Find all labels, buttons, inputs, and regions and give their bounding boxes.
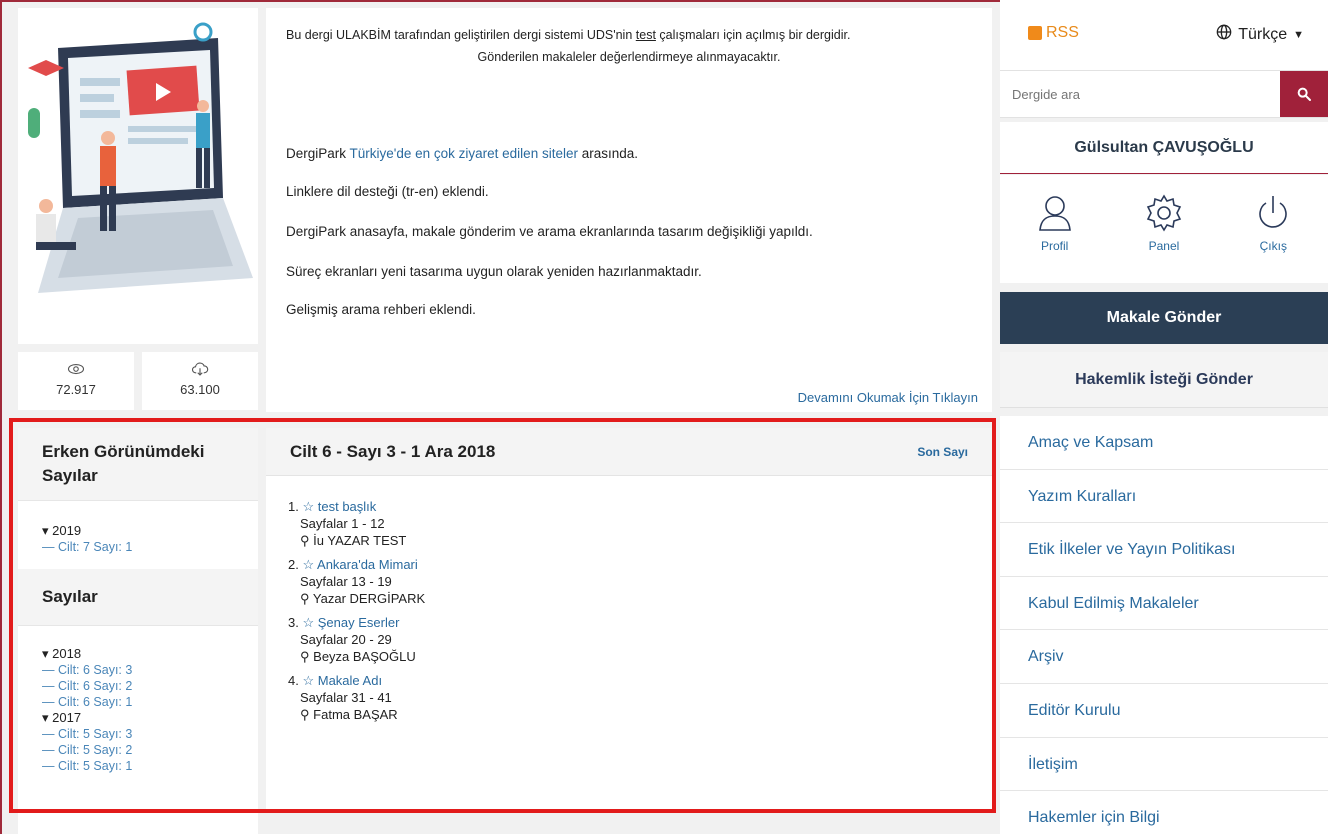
year-toggle-2019[interactable]: ▾ 2019 <box>42 523 234 539</box>
article-author: Fatma BAŞAR <box>313 707 398 722</box>
article-pages: Sayfalar 31 - 41 <box>300 690 392 705</box>
search-icon <box>1297 87 1311 101</box>
issue-link[interactable]: — Cilt: 7 Sayı: 1 <box>42 539 234 555</box>
list-item: 1. ☆ test başlık Sayfalar 1 - 12 ⚲ İu YA… <box>288 498 992 549</box>
submit-article-button[interactable]: Makale Gönder <box>1000 292 1328 344</box>
article-pages: Sayfalar 20 - 29 <box>300 632 392 647</box>
caret-down-icon: ▼ <box>1293 28 1304 41</box>
menu-item-editorial-board[interactable]: Editör Kurulu <box>1000 684 1328 738</box>
menu-item-accepted-articles[interactable]: Kabul Edilmiş Makaleler <box>1000 577 1328 631</box>
user-icon <box>1038 196 1071 231</box>
left-border <box>0 0 2 834</box>
star-icon[interactable]: ☆ <box>302 615 314 630</box>
menu-item-ethics[interactable]: Etik İlkeler ve Yayın Politikası <box>1000 523 1328 577</box>
article-title-link[interactable]: Şenay Eserler <box>318 615 400 630</box>
year-toggle-2018[interactable]: ▾ 2018 <box>42 646 234 662</box>
review-request-button[interactable]: Hakemlik İsteği Gönder <box>1000 352 1328 408</box>
top-bar: RSS Türkçe ▼ <box>1000 0 1328 70</box>
last-issue-link[interactable]: Son Sayı <box>917 445 968 459</box>
search-input[interactable] <box>1000 71 1280 117</box>
current-issue-title: Cilt 6 - Sayı 3 - 1 Ara 2018 <box>290 441 496 461</box>
journal-search <box>1000 70 1328 118</box>
user-icon: ⚲ <box>300 591 310 606</box>
gear-icon <box>1146 194 1182 232</box>
current-issue-panel: Cilt 6 - Sayı 3 - 1 Ara 2018 Son Sayı 1.… <box>266 428 992 812</box>
article-pages: Sayfalar 13 - 19 <box>300 574 392 589</box>
list-item: 4. ☆ Makale Adı Sayfalar 31 - 41 ⚲ Fatma… <box>288 672 992 723</box>
test-link[interactable]: test <box>636 28 656 42</box>
list-item: 2. ☆ Ankara'da Mimari Sayfalar 13 - 19 ⚲… <box>288 556 992 607</box>
logout-button[interactable]: Çıkış <box>1238 193 1308 283</box>
announcement-line-2: Gönderilen makaleler değerlendirmeye alı… <box>477 50 781 64</box>
cloud-download-icon <box>142 360 258 380</box>
search-button[interactable] <box>1280 71 1328 117</box>
announcement-paragraph-1: DergiPark Türkiye'de en çok ziyaret edil… <box>286 146 639 161</box>
power-icon <box>1259 196 1288 228</box>
user-icon: ⚲ <box>300 707 310 722</box>
rss-icon <box>1028 26 1042 40</box>
menu-item-reviewer-info[interactable]: Hakemler için Bilgi <box>1000 791 1328 834</box>
article-pages: Sayfalar 1 - 12 <box>300 516 385 531</box>
article-author: Beyza BAŞOĞLU <box>313 649 416 664</box>
language-dropdown[interactable]: Türkçe ▼ <box>1216 24 1304 45</box>
journal-menu: Amaç ve Kapsam Yazım Kuralları Etik İlke… <box>1000 416 1328 834</box>
star-icon[interactable]: ☆ <box>302 673 314 688</box>
announcement-panel: Bu dergi ULAKBİM tarafından geliştirilen… <box>266 8 992 412</box>
issue-link[interactable]: — Cilt: 6 Sayı: 3 <box>42 662 234 678</box>
globe-icon <box>1216 24 1232 45</box>
issues-heading: Sayılar <box>18 569 258 626</box>
journal-cover-image[interactable] <box>18 8 258 344</box>
article-author: Yazar DERGİPARK <box>312 591 426 606</box>
downloads-count: 63.100 <box>180 382 220 397</box>
announcement-paragraph-3: DergiPark anasayfa, makale gönderim ve a… <box>286 224 813 239</box>
journal-stats: 72.917 63.100 <box>18 352 258 410</box>
early-view-list: ▾ 2019 — Cilt: 7 Sayı: 1 <box>18 501 258 569</box>
menu-item-contact[interactable]: İletişim <box>1000 738 1328 792</box>
user-icon: ⚲ <box>300 533 310 548</box>
article-author: İu YAZAR TEST <box>313 533 407 548</box>
eye-icon <box>18 360 134 380</box>
article-title-link[interactable]: test başlık <box>318 499 377 514</box>
announcement-line-1: Bu dergi ULAKBİM tarafından geliştirilen… <box>286 28 851 42</box>
list-item: 3. ☆ Şenay Eserler Sayfalar 20 - 29 ⚲ Be… <box>288 614 992 665</box>
current-issue-header: Cilt 6 - Sayı 3 - 1 Ara 2018 Son Sayı <box>266 428 992 476</box>
user-icon: ⚲ <box>300 649 310 664</box>
menu-item-archive[interactable]: Arşiv <box>1000 630 1328 684</box>
early-view-heading: Erken Görünümdeki Sayılar <box>18 428 258 501</box>
issue-link[interactable]: — Cilt: 5 Sayı: 2 <box>42 742 234 758</box>
issues-sidebar: Erken Görünümdeki Sayılar ▾ 2019 — Cilt:… <box>18 428 258 834</box>
issue-link[interactable]: — Cilt: 5 Sayı: 1 <box>42 758 234 774</box>
year-toggle-2017[interactable]: ▾ 2017 <box>42 710 234 726</box>
views-stat: 72.917 <box>18 352 134 410</box>
menu-item-author-guidelines[interactable]: Yazım Kuralları <box>1000 470 1328 524</box>
announcement-paragraph-5: Gelişmiş arama rehberi eklendi. <box>286 302 476 317</box>
read-more-link[interactable]: Devamını Okumak İçin Tıklayın <box>798 390 978 405</box>
article-title-link[interactable]: Makale Adı <box>318 673 382 688</box>
article-list: 1. ☆ test başlık Sayfalar 1 - 12 ⚲ İu YA… <box>266 476 992 723</box>
issue-link[interactable]: — Cilt: 6 Sayı: 2 <box>42 678 234 694</box>
star-icon[interactable]: ☆ <box>302 557 314 572</box>
announcement-paragraph-4: Süreç ekranları yeni tasarıma uygun olar… <box>286 264 702 279</box>
announcement-paragraph-2: Linklere dil desteği (tr-en) eklendi. <box>286 184 489 199</box>
article-title-link[interactable]: Ankara'da Mimari <box>317 557 418 572</box>
profile-button[interactable]: Profil <box>1020 193 1090 283</box>
rss-link[interactable]: RSS <box>1028 24 1079 42</box>
panel-button[interactable]: Panel <box>1129 193 1199 283</box>
most-visited-link[interactable]: Türkiye'de en çok ziyaret edilen siteler <box>350 146 578 161</box>
issue-link[interactable]: — Cilt: 5 Sayı: 3 <box>42 726 234 742</box>
right-sidebar: RSS Türkçe ▼ Gülsultan ÇAVUŞOĞLU Profil … <box>1000 0 1328 834</box>
views-count: 72.917 <box>56 382 96 397</box>
menu-item-aims-scope[interactable]: Amaç ve Kapsam <box>1000 416 1328 470</box>
user-name: Gülsultan ÇAVUŞOĞLU <box>1000 122 1328 174</box>
issue-link[interactable]: — Cilt: 6 Sayı: 1 <box>42 694 234 710</box>
downloads-stat: 63.100 <box>142 352 258 410</box>
user-menu: Profil Panel Çıkış <box>1000 175 1328 283</box>
issues-list: ▾ 2018 — Cilt: 6 Sayı: 3 — Cilt: 6 Sayı:… <box>18 626 258 782</box>
star-icon[interactable]: ☆ <box>302 499 314 514</box>
